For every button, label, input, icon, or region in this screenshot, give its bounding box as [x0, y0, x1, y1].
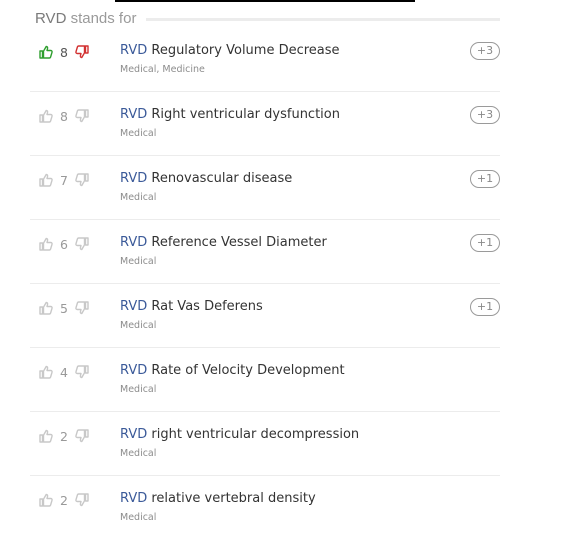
- definition: RVD Regulatory Volume Decrease Medical, …: [120, 43, 340, 75]
- vote-control: 7: [39, 172, 89, 188]
- thumbs-down-icon[interactable]: [75, 45, 89, 59]
- definition-categories[interactable]: Medical: [120, 192, 292, 203]
- vote-count: 8: [60, 44, 68, 60]
- thumbs-up-icon[interactable]: [39, 493, 53, 507]
- term-abbr[interactable]: RVD: [120, 171, 147, 186]
- definition-categories[interactable]: Medical: [120, 256, 327, 267]
- thumbs-down-icon[interactable]: [75, 173, 89, 187]
- definition-categories[interactable]: Medical: [120, 320, 263, 331]
- vote-count: 2: [60, 492, 68, 508]
- vote-control: 2: [39, 428, 89, 444]
- term-meaning[interactable]: Right ventricular dysfunction: [147, 107, 340, 122]
- definition-term[interactable]: RVD Rat Vas Deferens: [120, 299, 263, 315]
- definition-categories[interactable]: Medical: [120, 512, 316, 523]
- thumbs-down-icon[interactable]: [75, 365, 89, 379]
- page: RVD stands for 8 RVD Regulatory Volume D…: [0, 0, 576, 549]
- definition-categories[interactable]: Medical: [120, 384, 345, 395]
- list-item: 4 RVD Rate of Velocity Development Medic…: [30, 348, 500, 412]
- definition-term[interactable]: RVD Renovascular disease: [120, 171, 292, 187]
- definition-categories[interactable]: Medical: [120, 128, 340, 139]
- term-meaning[interactable]: relative vertebral density: [147, 491, 315, 506]
- more-badge[interactable]: +1: [470, 298, 500, 316]
- definition-term[interactable]: RVD Reference Vessel Diameter: [120, 235, 327, 251]
- thumbs-up-icon[interactable]: [39, 365, 53, 379]
- term-meaning[interactable]: Regulatory Volume Decrease: [147, 43, 339, 58]
- term-abbr[interactable]: RVD: [120, 107, 147, 122]
- thumbs-up-icon[interactable]: [39, 45, 53, 59]
- term-meaning[interactable]: Rat Vas Deferens: [147, 299, 262, 314]
- definition: RVD right ventricular decompression Medi…: [120, 427, 359, 459]
- list-item: 2 RVD right ventricular decompression Me…: [30, 412, 500, 476]
- thumbs-down-icon[interactable]: [75, 429, 89, 443]
- definition-term[interactable]: RVD relative vertebral density: [120, 491, 316, 507]
- more-badge[interactable]: +1: [470, 234, 500, 252]
- term-abbr[interactable]: RVD: [120, 491, 147, 506]
- vote-count: 5: [60, 300, 68, 316]
- vote-count: 2: [60, 428, 68, 444]
- section-title-abbr: RVD: [35, 9, 67, 27]
- section-title-suffix: stands for: [66, 9, 137, 27]
- vote-control: 5: [39, 300, 89, 316]
- thumbs-up-icon[interactable]: [39, 109, 53, 123]
- vote-count: 7: [60, 172, 68, 188]
- term-abbr[interactable]: RVD: [120, 427, 147, 442]
- term-meaning[interactable]: Renovascular disease: [147, 171, 292, 186]
- section-title: RVD stands for: [35, 10, 136, 27]
- list-item: 8 RVD Regulatory Volume Decrease Medical…: [30, 28, 500, 92]
- definition-categories[interactable]: Medical: [120, 448, 359, 459]
- definition: RVD Right ventricular dysfunction Medica…: [120, 107, 340, 139]
- list-item: 6 RVD Reference Vessel Diameter Medical …: [30, 220, 500, 284]
- definition: RVD Rate of Velocity Development Medical: [120, 363, 345, 395]
- header-divider: [146, 17, 500, 21]
- list-item: 2 RVD relative vertebral density Medical: [30, 476, 500, 539]
- term-meaning[interactable]: Reference Vessel Diameter: [147, 235, 326, 250]
- term-meaning[interactable]: Rate of Velocity Development: [147, 363, 344, 378]
- thumbs-up-icon[interactable]: [39, 173, 53, 187]
- definition-term[interactable]: RVD Rate of Velocity Development: [120, 363, 345, 379]
- vote-control: 2: [39, 492, 89, 508]
- thumbs-up-icon[interactable]: [39, 301, 53, 315]
- definition-categories[interactable]: Medical, Medicine: [120, 64, 340, 75]
- thumbs-down-icon[interactable]: [75, 301, 89, 315]
- definition: RVD Rat Vas Deferens Medical: [120, 299, 263, 331]
- term-abbr[interactable]: RVD: [120, 43, 147, 58]
- top-divider: [115, 0, 415, 2]
- term-abbr[interactable]: RVD: [120, 299, 147, 314]
- definition-term[interactable]: RVD Regulatory Volume Decrease: [120, 43, 340, 59]
- more-badge[interactable]: +3: [470, 42, 500, 60]
- thumbs-up-icon[interactable]: [39, 429, 53, 443]
- definition: RVD Reference Vessel Diameter Medical: [120, 235, 327, 267]
- thumbs-down-icon[interactable]: [75, 109, 89, 123]
- definitions-list: 8 RVD Regulatory Volume Decrease Medical…: [30, 28, 500, 539]
- vote-count: 8: [60, 108, 68, 124]
- more-badge[interactable]: +3: [470, 106, 500, 124]
- definition-term[interactable]: RVD right ventricular decompression: [120, 427, 359, 443]
- definition: RVD Renovascular disease Medical: [120, 171, 292, 203]
- vote-control: 8: [39, 108, 89, 124]
- vote-count: 6: [60, 236, 68, 252]
- term-meaning[interactable]: right ventricular decompression: [147, 427, 359, 442]
- vote-control: 6: [39, 236, 89, 252]
- term-abbr[interactable]: RVD: [120, 235, 147, 250]
- vote-control: 4: [39, 364, 89, 380]
- definition-term[interactable]: RVD Right ventricular dysfunction: [120, 107, 340, 123]
- thumbs-up-icon[interactable]: [39, 237, 53, 251]
- definition: RVD relative vertebral density Medical: [120, 491, 316, 523]
- vote-control: 8: [39, 44, 89, 60]
- more-badge[interactable]: +1: [470, 170, 500, 188]
- list-item: 8 RVD Right ventricular dysfunction Medi…: [30, 92, 500, 156]
- thumbs-down-icon[interactable]: [75, 493, 89, 507]
- section-header: RVD stands for: [35, 8, 500, 28]
- vote-count: 4: [60, 364, 68, 380]
- thumbs-down-icon[interactable]: [75, 237, 89, 251]
- term-abbr[interactable]: RVD: [120, 363, 147, 378]
- list-item: 7 RVD Renovascular disease Medical +1: [30, 156, 500, 220]
- list-item: 5 RVD Rat Vas Deferens Medical +1: [30, 284, 500, 348]
